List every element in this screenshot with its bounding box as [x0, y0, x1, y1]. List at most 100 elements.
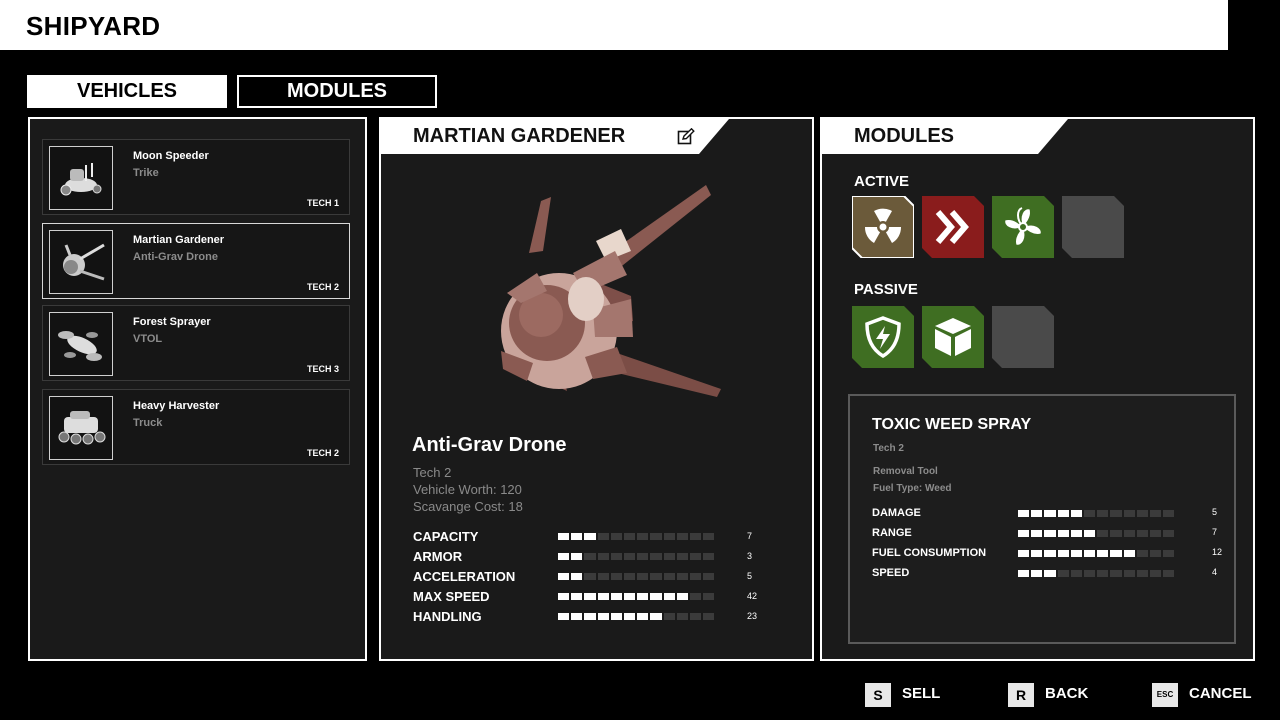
stat-bar-segment: [623, 613, 636, 620]
vehicle-card-heavy-harvester[interactable]: Heavy Harvester Truck TECH 2: [42, 389, 350, 465]
stat-bar: [1018, 510, 1190, 517]
stat-bar: [558, 573, 728, 580]
stat-bar-segment: [610, 593, 622, 600]
shield-bolt-icon: [852, 306, 914, 368]
stat-label: RANGE: [872, 527, 912, 539]
stat-bar-segment: [1044, 510, 1056, 517]
vehicle-tech: TECH 2: [306, 448, 339, 458]
stat-bar-segment: [637, 533, 649, 540]
module-kind: Removal Tool: [873, 466, 938, 477]
stat-bar-segment: [1110, 530, 1122, 537]
stat-bar-segment: [1123, 530, 1135, 537]
module-detail-box: TOXIC WEED SPRAY Tech 2 Removal Tool Fue…: [848, 394, 1236, 644]
vehicle-type: VTOL: [133, 333, 163, 345]
module-tech-level: Tech 2: [873, 443, 904, 454]
vehicle-card-forest-sprayer[interactable]: Forest Sprayer VTOL TECH 3: [42, 305, 350, 381]
stat-bar-segment: [597, 593, 609, 600]
modules-header: MODULES: [822, 119, 1068, 154]
stat-bar-segment: [703, 593, 715, 600]
stat-bar-segment: [1018, 510, 1030, 517]
module-slot-radiation[interactable]: [852, 196, 914, 258]
stat-bar-segment: [1163, 570, 1175, 577]
stat-bar-segment: [1083, 530, 1096, 537]
stat-bar-segment: [1123, 570, 1135, 577]
stat-bar-segment: [663, 553, 675, 560]
tab-vehicles[interactable]: VEHICLES: [27, 75, 227, 108]
stat-bar-segment: [1031, 550, 1043, 557]
stat-max-speed: MAX SPEED 42: [413, 589, 793, 605]
stat-bar: [558, 533, 728, 540]
stat-armor: ARMOR 3: [413, 549, 793, 565]
stat-bar-segment: [1070, 530, 1082, 537]
stat-bar-segment: [637, 593, 649, 600]
trike-icon: [49, 146, 113, 210]
stat-bar-segment: [663, 613, 675, 620]
stat-bar-segment: [676, 593, 688, 600]
module-slot-fan[interactable]: [992, 196, 1054, 258]
module-slot-shield[interactable]: [852, 306, 914, 368]
vehicle-tech: TECH 2: [306, 282, 339, 292]
stat-bar-segment: [1018, 550, 1030, 557]
stat-bar-segment: [637, 553, 649, 560]
stat-capacity: CAPACITY 7: [413, 529, 793, 545]
vehicle-name-header: MARTIAN GARDENER: [381, 119, 729, 154]
vehicle-card-martian-gardener[interactable]: Martian Gardener Anti-Grav Drone TECH 2: [42, 223, 350, 299]
module-slot-empty-passive[interactable]: [992, 306, 1054, 368]
module-slot-boost[interactable]: [922, 196, 984, 258]
fan-icon: [992, 196, 1054, 258]
stat-bar-segment: [610, 573, 622, 580]
stat-bar-segment: [610, 553, 622, 560]
stat-bar-segment: [597, 553, 609, 560]
stat-bar-segment: [1031, 570, 1043, 577]
stat-bar-segment: [623, 533, 636, 540]
vehicle-type: Anti-Grav Drone: [133, 251, 218, 263]
stat-bar-segment: [1110, 510, 1122, 517]
modules-panel: MODULES ACTIVE PASSIVE TOXIC WEED SPRAY …: [820, 117, 1255, 661]
stat-value: 4: [1212, 567, 1218, 577]
stat-bar-segment: [1110, 570, 1122, 577]
tab-modules[interactable]: MODULES: [237, 75, 437, 108]
vehicle-card-moon-speeder[interactable]: Moon Speeder Trike TECH 1: [42, 139, 350, 215]
edit-icon[interactable]: [677, 127, 695, 146]
stat-bar-segment: [610, 613, 622, 620]
stat-bar-segment: [1097, 530, 1109, 537]
stat-bar: [1018, 530, 1190, 537]
stat-bar: [1018, 550, 1190, 557]
module-stat-speed: SPEED 4: [872, 567, 1222, 581]
stat-value: 5: [747, 571, 753, 581]
stat-bar-segment: [623, 593, 636, 600]
key-r: R: [1008, 683, 1034, 707]
title-bar: SHIPYARD: [0, 0, 1228, 50]
stat-bar-segment: [584, 573, 596, 580]
vehicle-list-panel: Moon Speeder Trike TECH 1 Martian Garden…: [28, 117, 367, 661]
module-fuel-type: Fuel Type: Weed: [873, 483, 952, 494]
module-slot-crate[interactable]: [922, 306, 984, 368]
stat-bar-segment: [1097, 570, 1109, 577]
stat-bar-segment: [689, 593, 702, 600]
stat-bar-segment: [637, 573, 649, 580]
stat-bar-segment: [1070, 550, 1082, 557]
modules-header-title: MODULES: [854, 125, 954, 147]
stat-bar-segment: [1044, 550, 1056, 557]
vehicle-name: Moon Speeder: [133, 150, 209, 162]
stat-label: FUEL CONSUMPTION: [872, 547, 987, 559]
stat-bar-segment: [1136, 570, 1148, 577]
stat-label: CAPACITY: [413, 529, 479, 544]
stat-bar-segment: [676, 613, 688, 620]
module-slot-empty[interactable]: [1062, 196, 1124, 258]
active-label: ACTIVE: [854, 173, 910, 190]
vehicle-tech-level: Tech 2: [413, 465, 452, 480]
stat-bar-segment: [584, 613, 596, 620]
stat-bar-segment: [1083, 510, 1096, 517]
vehicle-detail-panel: MARTIAN GARDENER Anti-Grav Drone Tech 2 …: [379, 117, 814, 661]
stat-bar-segment: [584, 553, 596, 560]
stat-bar-segment: [571, 613, 583, 620]
stat-bar-segment: [703, 533, 715, 540]
vehicle-type-title: Anti-Grav Drone: [412, 434, 567, 456]
stat-bar-segment: [1136, 530, 1148, 537]
stat-bar-segment: [558, 553, 570, 560]
stat-bar: [558, 553, 728, 560]
stat-bar-segment: [663, 533, 675, 540]
stat-bar-segment: [650, 553, 662, 560]
stat-bar-segment: [1083, 550, 1096, 557]
